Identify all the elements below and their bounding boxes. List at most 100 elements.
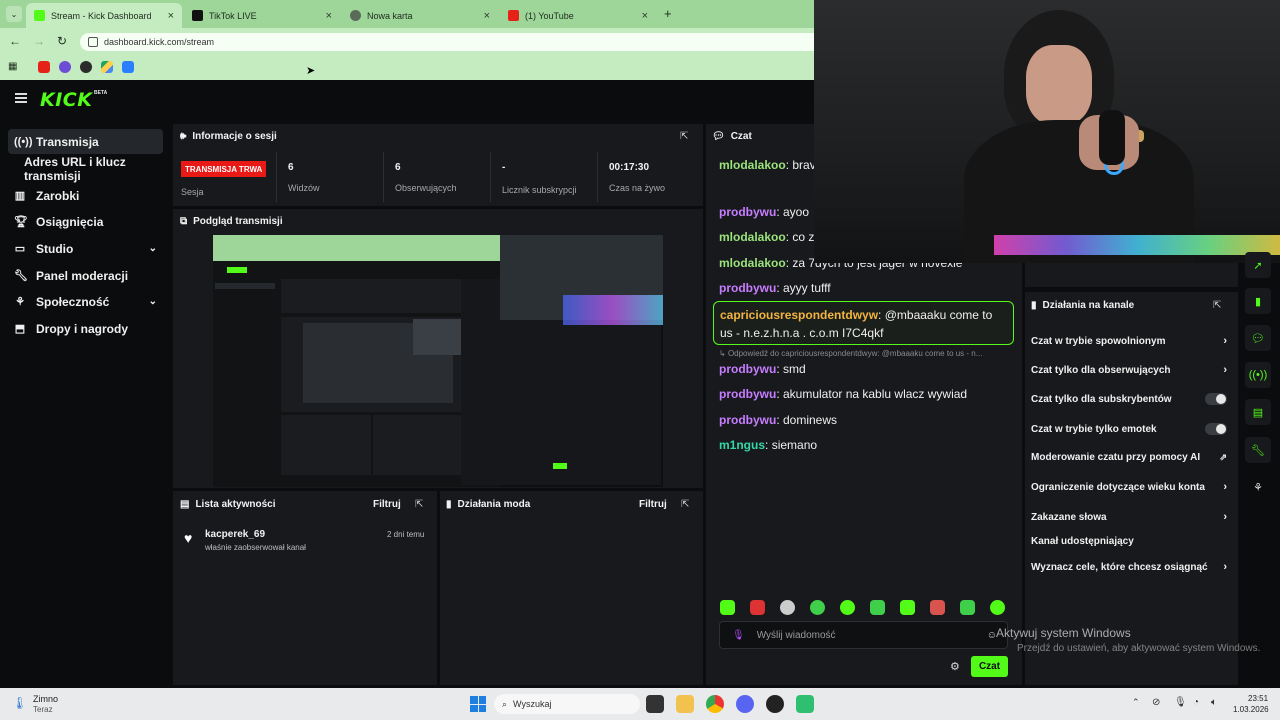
emote-icon[interactable] [870,600,885,615]
emote-icon[interactable] [810,600,825,615]
emote-icon[interactable] [900,600,915,615]
chrome-icon[interactable] [706,695,724,713]
mod-filter-button[interactable]: Filtruj [639,499,667,510]
chat-settings-icon[interactable]: ⚙ [950,660,960,673]
chat-username[interactable]: prodbywu [719,205,776,219]
shared-channel-option[interactable]: Kanał udostępniający [1031,536,1227,547]
expand-icon[interactable]: ⇱ [681,499,689,510]
close-icon[interactable]: × [326,10,332,22]
chat-username[interactable]: prodbywu [719,362,776,376]
site-info-icon[interactable] [88,37,98,47]
emote-icon[interactable] [840,600,855,615]
sidebar-item-osiagniecia[interactable]: 🏆︎ Osiągnięcia [8,209,163,234]
subscribers-only-toggle[interactable] [1205,393,1227,405]
account-age-option[interactable]: Ograniczenie dotyczące wieku konta › [1031,481,1227,493]
chat-send-button[interactable]: Czat [971,656,1008,677]
rail-arrow-button[interactable]: ➚ [1245,252,1271,278]
discord-icon[interactable] [736,695,754,713]
obs-icon[interactable] [766,695,784,713]
chat-input[interactable]: 🎙︎ Wyślij wiadomość ☺ [719,621,1008,649]
url-input[interactable]: dashboard.kick.com/stream [80,33,814,51]
followers-only-option[interactable]: Czat tylko dla obserwujących › [1031,364,1227,376]
forward-icon[interactable]: → [33,34,45,48]
subscribers-only-option[interactable]: Czat tylko dla subskrybentów [1031,393,1227,405]
rail-document-button[interactable]: ▮ [1245,288,1271,314]
rail-chat-button[interactable]: 💬︎ [1245,325,1271,351]
apps-grid-icon[interactable]: ▦ [8,61,20,73]
tray-volume-icon[interactable]: 🔈︎ [1211,697,1217,708]
sidebar-item-label: Adres URL i klucz transmisji [24,154,126,183]
emote-icon[interactable] [990,600,1005,615]
tray-chevron-icon[interactable]: ⌃ [1132,697,1140,708]
tab-tiktok[interactable]: TikTok LIVE × [184,3,340,28]
reload-icon[interactable]: ↻ [57,34,67,48]
rail-community-button[interactable]: ⚘ [1245,474,1271,500]
sidebar-item-zarobki[interactable]: ▥ Zarobki [8,183,163,208]
taskbar-search[interactable]: ⌕ Wyszukaj [494,694,640,714]
rail-layout-button[interactable]: ▤ [1245,399,1271,425]
chat-username[interactable]: mlodalakoo [719,158,786,172]
sidebar-item-studio[interactable]: ▭ Studio ⌄ [8,236,163,261]
sidebar-item-spolecznosc[interactable]: ⚘ Społeczność ⌄ [8,289,163,314]
tray-network-icon[interactable]: ⊘ [1152,697,1160,708]
windows-start-icon[interactable] [470,696,486,712]
close-icon[interactable]: × [168,10,174,22]
stream-preview-video[interactable] [213,235,663,487]
expand-icon[interactable]: ⇱ [680,131,688,142]
sidebar-item-dropy[interactable]: ⬒ Dropy i nagrody [8,316,163,341]
sidebar-item-stream-key[interactable]: Adres URL i klucz transmisji [8,154,163,183]
rail-wrench-button[interactable]: 🔧︎ [1245,437,1271,463]
chat-username[interactable]: prodbywu [719,281,776,295]
chat-username[interactable]: mlodalakoo [719,230,786,244]
bookmark-purple-icon[interactable] [59,61,71,73]
app-green-icon[interactable] [796,695,814,713]
tab-youtube[interactable]: (1) YouTube × [500,3,656,28]
sidebar-item-panel-moderacji[interactable]: 🔧︎ Panel moderacji [8,263,163,288]
file-explorer-icon[interactable] [676,695,694,713]
emote-icon[interactable] [750,600,765,615]
ai-moderation-option[interactable]: Moderowanie czatu przy pomocy AI ⇗ [1031,452,1227,463]
divider [597,152,598,202]
task-view-icon[interactable] [646,695,664,713]
tray-mic-icon[interactable]: 🎙︎ [1174,697,1187,708]
tab-kick-dashboard[interactable]: Stream - Kick Dashboard × [26,3,182,28]
tray-wifi-icon[interactable]: ◔ [1193,697,1199,708]
emote-only-option[interactable]: Czat w trybie tylko emotek [1031,423,1227,435]
chat-username[interactable]: prodbywu [719,413,776,427]
slow-mode-option[interactable]: Czat w trybie spowolnionym › [1031,335,1227,347]
activity-user[interactable]: kacperek_69 [205,529,265,540]
rail-broadcast-button[interactable]: ((•)) [1245,362,1271,388]
subs-value: - [502,162,506,173]
hamburger-menu-icon[interactable] [15,93,27,103]
kick-logo[interactable]: KICK [40,89,92,111]
emote-icon[interactable] [930,600,945,615]
new-tab-button[interactable]: + [664,6,672,21]
chat-username[interactable]: m1ngus [719,438,765,452]
close-icon[interactable]: × [642,10,648,22]
weather-icon[interactable]: 🌡︎ [12,696,27,710]
tab-search-button[interactable]: ⌄ [6,6,22,22]
emote-icon[interactable] [780,600,795,615]
sidebar-item-transmisja[interactable]: ((•)) Transmisja [8,129,163,154]
banned-words-option[interactable]: Zakazane słowa › [1031,511,1227,523]
expand-icon[interactable]: ⇱ [1213,300,1221,311]
bookmark-blue-icon[interactable] [122,61,134,73]
chat-username[interactable]: capriciousrespondentdwyw [720,308,878,322]
tab-new-tab[interactable]: Nowa karta × [342,3,498,28]
emote-icon[interactable] [720,600,735,615]
emote-only-toggle[interactable] [1205,423,1227,435]
clock-time[interactable]: 23:51 [1248,694,1268,703]
youtube-bookmark-icon[interactable] [38,61,50,73]
close-icon[interactable]: × [484,10,490,22]
goals-option[interactable]: Wyznacz cele, które chcesz osiągnąć › [1031,561,1227,573]
activity-filter-button[interactable]: Filtruj [373,499,401,510]
chat-username[interactable]: prodbywu [719,387,776,401]
emote-icon[interactable] [960,600,975,615]
expand-icon[interactable]: ⇱ [415,499,423,510]
chat-username[interactable]: mlodalakoo [719,256,786,270]
microphone-icon[interactable]: 🎙︎ [732,630,745,641]
drive-bookmark-icon[interactable] [101,61,113,73]
weather-title[interactable]: Zimno [33,694,58,704]
back-icon[interactable]: ← [9,34,21,48]
whatsapp-bookmark-icon[interactable] [80,61,92,73]
